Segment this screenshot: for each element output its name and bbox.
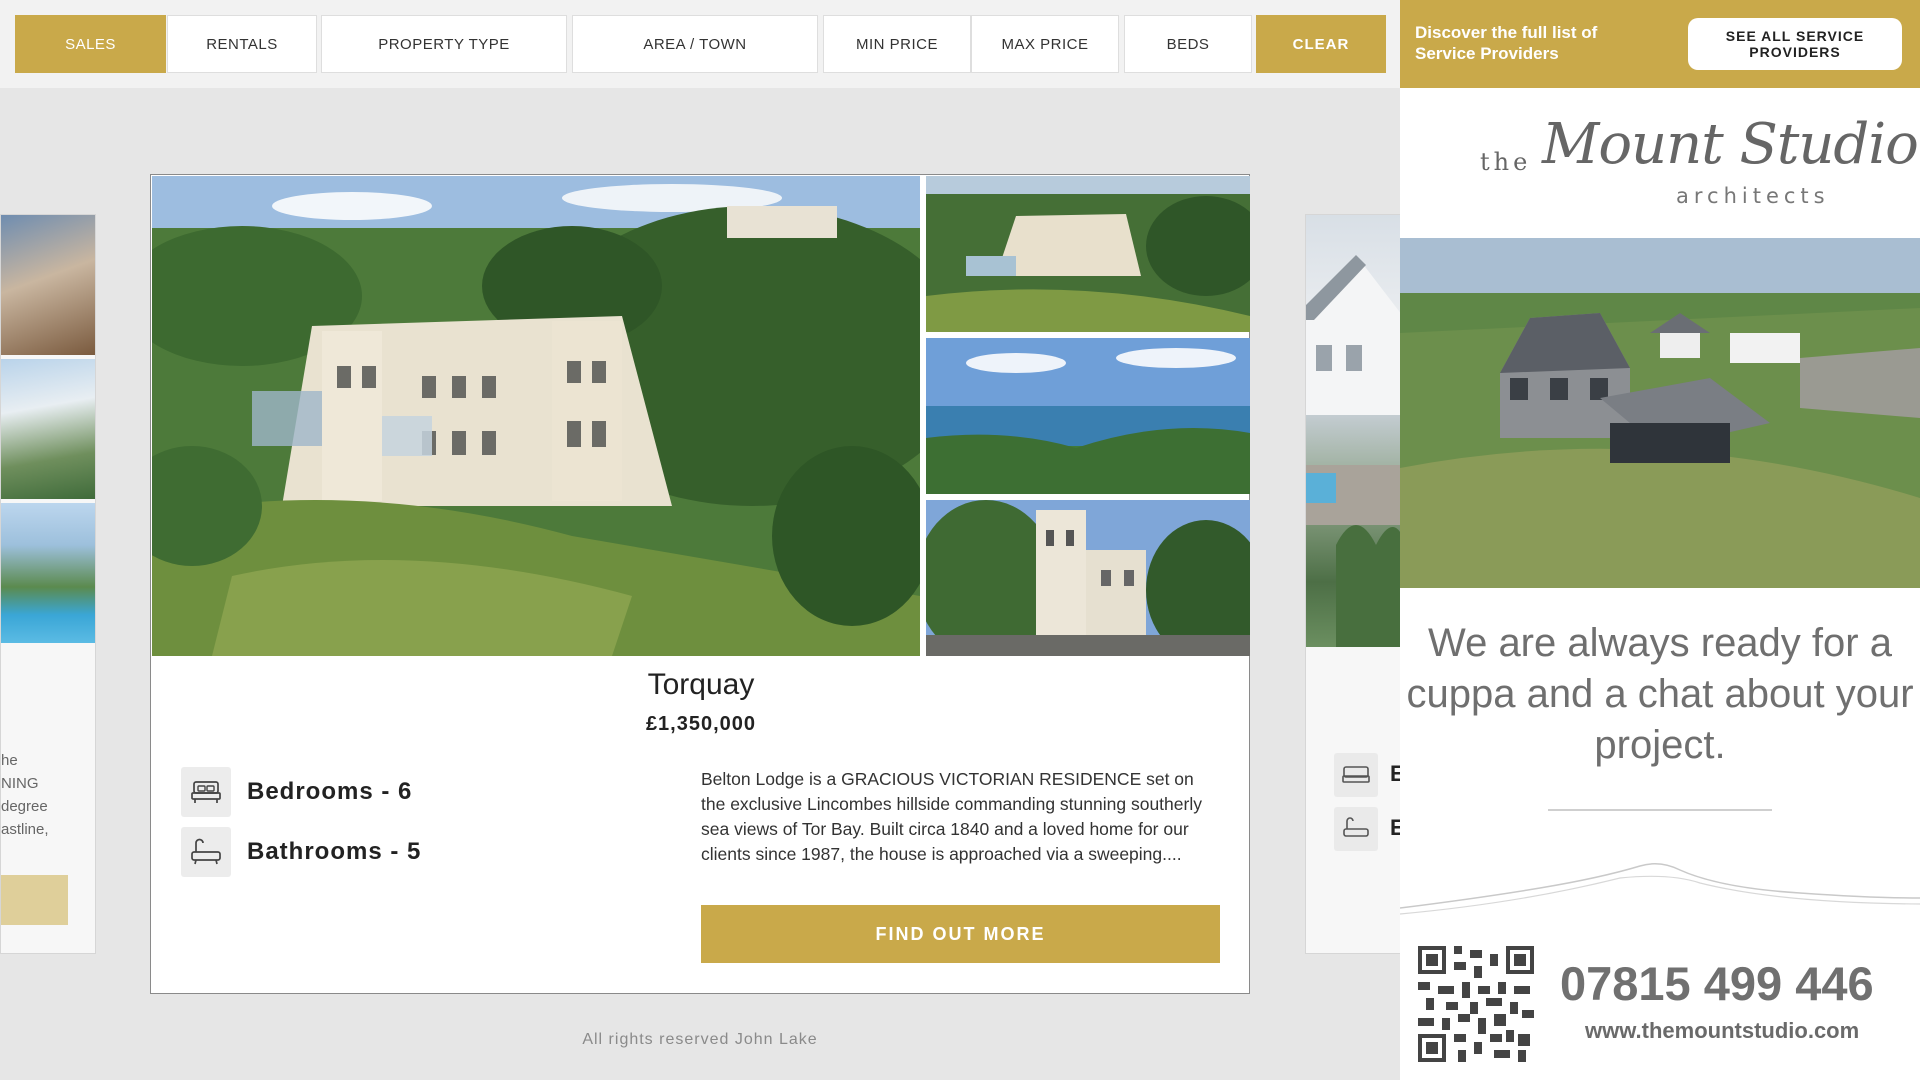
hills-line-art [1400,863,1920,915]
listing-thumbnail[interactable] [926,500,1250,656]
sea-view-illustration [926,338,1250,494]
house-aerial-illustration [926,176,1250,332]
listing-price: £1,350,000 [645,713,757,735]
listing-thumbnail[interactable] [926,176,1250,332]
next-listing-photo [1306,215,1400,647]
see-all-service-providers-button[interactable]: SEE ALL SERVICE PROVIDERS [1688,18,1902,70]
advertiser-website[interactable]: www.themountstudio.com [1585,1018,1859,1044]
sales-filter-button[interactable]: SALES [15,15,166,73]
advertiser-tagline: We are always ready for a cuppa and a ch… [1406,621,1914,767]
max-price-select[interactable]: MAX PRICE [971,15,1119,73]
bedrooms-spec: Bedrooms - 6 [181,767,412,817]
previous-listing-photo [1,359,95,499]
listing-thumbnail[interactable] [926,338,1250,494]
advertiser-logo-prefix: the [1480,148,1532,176]
bed-icon [1334,753,1378,797]
previous-listing-card[interactable]: he NING degree astline, [0,214,96,954]
divider [1548,809,1772,811]
advertiser-logo-subtitle: architects [1676,184,1830,208]
modern-house-illustration [1400,238,1920,588]
previous-listing-photo [1,503,95,643]
clear-filters-button[interactable]: CLEAR [1256,15,1386,73]
previous-listing-line: astline, [1,821,49,838]
advertisement-panel[interactable]: the Mount Studio architects We are alway… [1400,88,1920,1080]
rentals-filter-button[interactable]: RENTALS [167,15,317,73]
filter-bar: SALES RENTALS PROPERTY TYPE AREA / TOWN … [0,0,1400,88]
beds-select[interactable]: BEDS [1124,15,1252,73]
previous-listing-button[interactable] [1,875,68,925]
copyright-footer: All rights reserved John Lake [582,1031,818,1048]
listing-main-photo[interactable] [152,176,920,656]
service-providers-banner: Discover the full list of Service Provid… [1400,0,1920,88]
advertiser-photo [1400,238,1920,588]
advertiser-phone[interactable]: 07815 499 446 [1560,956,1874,1011]
bathrooms-label: Bathrooms - 5 [247,838,422,865]
bedrooms-label: Bedrooms - 6 [247,778,413,805]
bed-icon [181,767,231,817]
bath-icon [1334,807,1378,851]
next-listing-card[interactable]: E E [1305,214,1401,954]
previous-listing-line: NING [1,775,39,792]
find-out-more-button[interactable]: FIND OUT MORE [701,905,1220,963]
bathrooms-spec: Bathrooms - 5 [181,827,421,877]
listing-card: Torquay £1,350,000 Bedrooms - 6 Bathroom… [150,174,1250,994]
previous-listing-text: he NING degree astline, [1,749,95,841]
tower-facade-illustration [926,500,1250,656]
advertiser-logo: Mount Studio [1542,112,1919,177]
service-providers-text: Discover the full list of Service Provid… [1415,23,1598,63]
bath-icon [181,827,231,877]
listing-town: Torquay [647,668,755,701]
min-price-select[interactable]: MIN PRICE [823,15,971,73]
qr-code[interactable] [1418,946,1534,1062]
previous-listing-line: he [1,752,18,769]
area-town-select[interactable]: AREA / TOWN [572,15,818,73]
house-illustration [1306,255,1400,647]
listing-description: Belton Lodge is a GRACIOUS VICTORIAN RES… [701,769,1202,864]
previous-listing-line: degree [1,798,48,815]
property-type-select[interactable]: PROPERTY TYPE [321,15,567,73]
previous-listing-photo [1,215,95,355]
house-photo-illustration [152,176,920,656]
